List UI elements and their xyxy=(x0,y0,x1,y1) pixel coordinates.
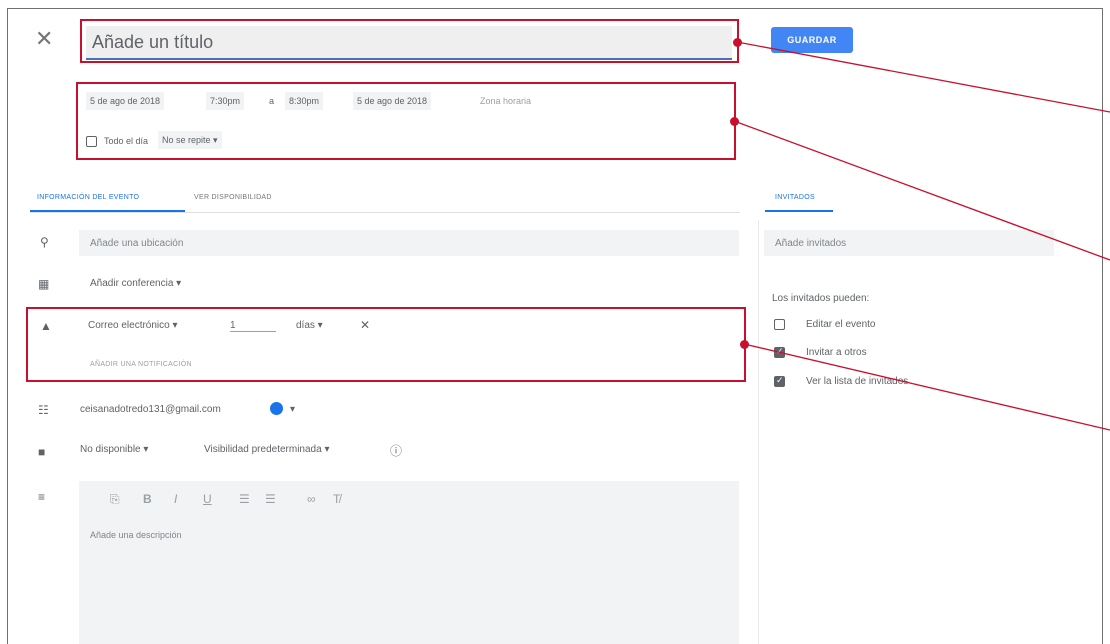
annotation-line-title xyxy=(736,41,1110,113)
annotation-line-datetime xyxy=(733,120,1110,261)
annotation-line-notification xyxy=(743,343,1110,431)
annotation-lines xyxy=(733,41,1110,431)
